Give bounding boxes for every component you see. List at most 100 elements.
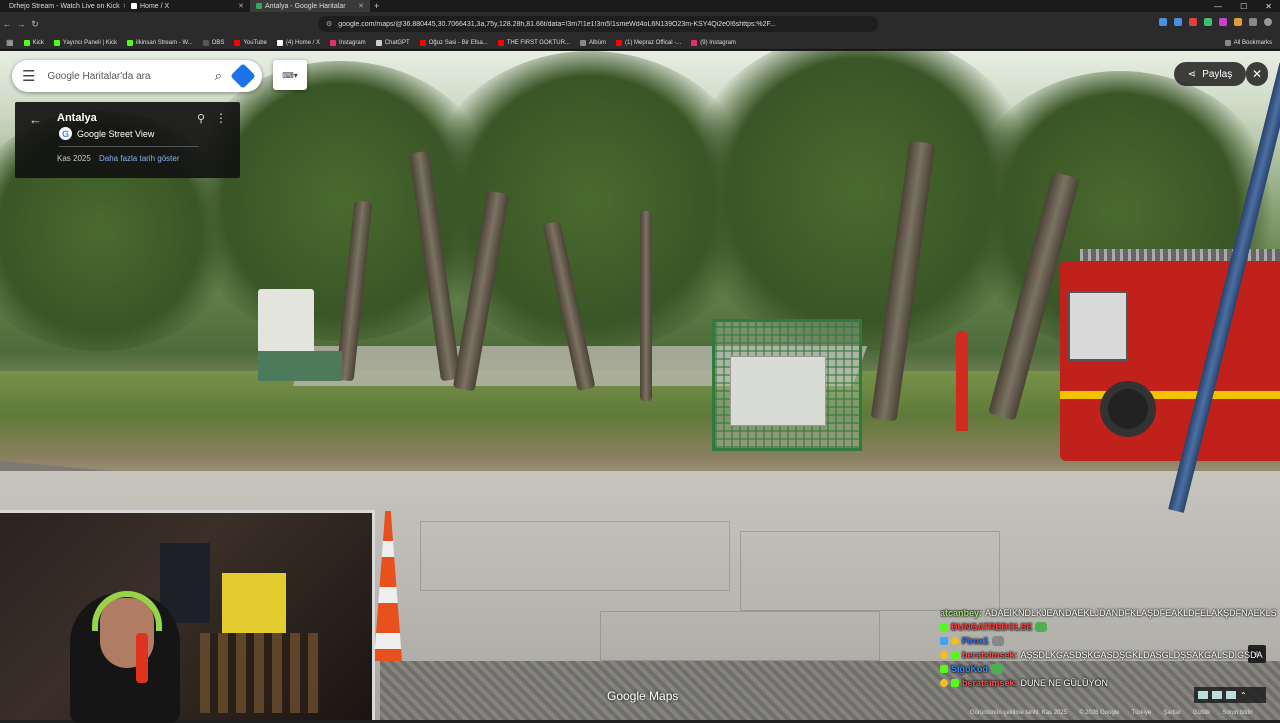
bookmark-item[interactable]: ChatGPT <box>375 39 410 46</box>
coin-badge-icon <box>951 637 959 645</box>
tab-kick[interactable]: Drhejo Stream - Watch Live on Kick ✕ <box>0 0 125 12</box>
chat-message: beratsimsek: DUNE NE GÜLÜYON <box>940 676 1280 690</box>
bookmark-label: (1) Mepraz Offical -... <box>624 39 682 46</box>
sub-badge-icon <box>940 637 948 645</box>
extension-icon[interactable] <box>1249 18 1257 26</box>
bookmark-label: YouTube <box>243 39 267 46</box>
utility-box-base <box>258 351 342 381</box>
bookmark-label: Albüm <box>588 39 606 46</box>
google-maps-logo: Google Maps <box>607 689 679 703</box>
url-text: google.com/maps/@36.880445,30.7066431,3a… <box>338 20 776 28</box>
site-info-icon[interactable]: ⚙ <box>326 20 332 28</box>
bookmark-item[interactable]: Kick <box>23 39 44 46</box>
bookmark-item[interactable]: THE FIRST GOKTUR... <box>497 39 570 46</box>
paving-slab <box>740 531 1000 611</box>
bookmark-item[interactable]: (4) Home / X <box>276 39 320 46</box>
chat-username: beratsimsek: <box>962 678 1018 688</box>
extension-icon[interactable] <box>1159 18 1167 26</box>
close-tab-icon[interactable]: ✕ <box>238 2 244 10</box>
profile-icon[interactable] <box>1264 18 1272 26</box>
close-icon: ✕ <box>1251 67 1263 81</box>
thumbnail[interactable] <box>1198 691 1208 699</box>
instagram-icon <box>691 39 698 46</box>
extension-icon[interactable] <box>1219 18 1227 26</box>
maximize-icon[interactable]: ☐ <box>1240 2 1247 11</box>
footer-item[interactable]: Şartlar <box>1163 710 1181 716</box>
bookmark-icon <box>127 39 134 46</box>
bookmark-label: (4) Home / X <box>285 39 320 46</box>
url-bar[interactable]: ⚙ google.com/maps/@36.880445,30.7066431,… <box>318 16 878 32</box>
emote-icon <box>1035 622 1048 632</box>
bookmark-item[interactable]: YouTube <box>234 39 267 46</box>
bookmark-icon <box>53 39 60 46</box>
sub-badge-icon <box>940 623 948 631</box>
new-tab-icon[interactable]: + <box>374 1 379 11</box>
footer-item[interactable]: Sorun bildir <box>1222 710 1252 716</box>
place-title: Antalya <box>57 112 97 124</box>
fire-truck <box>1060 249 1280 461</box>
folder-icon <box>1224 39 1231 46</box>
sub-badge-icon <box>940 665 948 673</box>
share-button[interactable]: ⋖ Paylaş <box>1174 62 1246 86</box>
paving-slab <box>600 611 880 661</box>
forward-icon[interactable]: → <box>14 19 28 29</box>
bookmark-label: OBS <box>211 39 225 46</box>
tab-bar: Drhejo Stream - Watch Live on Kick ✕ Hom… <box>0 0 1280 12</box>
bookmark-item[interactable]: OBS <box>202 39 225 46</box>
bookmark-item[interactable]: Albüm <box>579 39 606 46</box>
bookmark-item[interactable]: (9) Instagram <box>691 39 736 46</box>
bookmark-icon <box>23 39 30 46</box>
emote-icon <box>991 664 1003 674</box>
keyboard-shortcuts-button[interactable]: ⌨▾ <box>273 60 307 90</box>
chat-message: DUNGATREDOLSE <box>940 620 1280 634</box>
truck-window <box>1068 291 1128 361</box>
thumbnail[interactable] <box>1226 691 1236 699</box>
more-dates-link[interactable]: Daha fazla tarih göster <box>99 154 180 163</box>
bookmark-item[interactable]: Oğuz Sasi - Bir Efsa... <box>419 39 488 46</box>
bookmark-item[interactable]: Instagram <box>330 39 366 46</box>
back-arrow-icon[interactable]: ← <box>29 112 42 127</box>
expand-icon[interactable]: ⌃ <box>1240 691 1247 700</box>
close-tab-icon[interactable]: ✕ <box>358 2 364 10</box>
bookmark-item[interactable]: Yayıncı Paneli | Kick <box>53 39 117 46</box>
map-pin-icon[interactable]: ⚲ <box>197 112 205 125</box>
footer-item[interactable]: Türkiye <box>1132 710 1152 716</box>
youtube-icon <box>419 39 426 46</box>
thumbnail[interactable] <box>1212 691 1222 699</box>
bookmark-label: ilkinsan Stream - W... <box>136 39 193 46</box>
bookmark-item[interactable]: ilkinsan Stream - W... <box>127 39 193 46</box>
footer-item[interactable]: Gizlilik <box>1193 710 1210 716</box>
extension-icon[interactable] <box>1204 18 1212 26</box>
close-window-icon[interactable]: ✕ <box>1265 2 1272 11</box>
more-options-icon[interactable]: ⋮ <box>215 111 227 125</box>
back-icon[interactable]: ← <box>0 19 14 29</box>
menu-icon[interactable]: ☰ <box>22 67 35 85</box>
instagram-icon <box>330 39 336 46</box>
maps-search-box[interactable]: ☰ Google Haritalar'da ara ⌕ <box>12 60 262 92</box>
bookmark-item[interactable]: (1) Mepraz Offical -... <box>615 39 682 46</box>
search-icon[interactable]: ⌕ <box>215 68 222 84</box>
chat-message: atcanbey: ADAEIKNDLKJEANDAEKLJDANDFKLAŞD… <box>940 606 1280 620</box>
emote-icon <box>991 636 1004 646</box>
extension-icon[interactable] <box>1189 18 1197 26</box>
tab-x[interactable]: Home / X ✕ <box>125 0 250 12</box>
street-view-source: G Google Street View <box>59 127 154 140</box>
apps-icon[interactable]: ▦ <box>6 38 14 47</box>
minimize-icon[interactable]: — <box>1214 2 1222 11</box>
all-bookmarks[interactable]: All Bookmarks <box>1224 39 1272 46</box>
electrical-cabinet <box>730 356 826 426</box>
directions-icon[interactable] <box>230 63 256 89</box>
maps-footer: Görüntünün çekilme tarihi: Kas 2025 © 20… <box>970 710 1253 716</box>
tab-google-maps[interactable]: Antalya - Google Haritalar ✕ <box>250 0 370 12</box>
extension-icon[interactable] <box>1234 18 1242 26</box>
reload-icon[interactable]: ↻ <box>28 19 42 30</box>
truck-wheel <box>1100 381 1156 437</box>
search-input[interactable]: Google Haritalar'da ara <box>47 71 202 82</box>
bookmark-label: Instagram <box>339 39 366 46</box>
share-icon: ⋖ <box>1187 68 1197 80</box>
youtube-icon <box>234 39 241 46</box>
x-icon <box>276 39 283 46</box>
bookmark-label: THE FIRST GOKTUR... <box>506 39 570 46</box>
close-button[interactable]: ✕ <box>1246 62 1268 86</box>
extension-icon[interactable] <box>1174 18 1182 26</box>
